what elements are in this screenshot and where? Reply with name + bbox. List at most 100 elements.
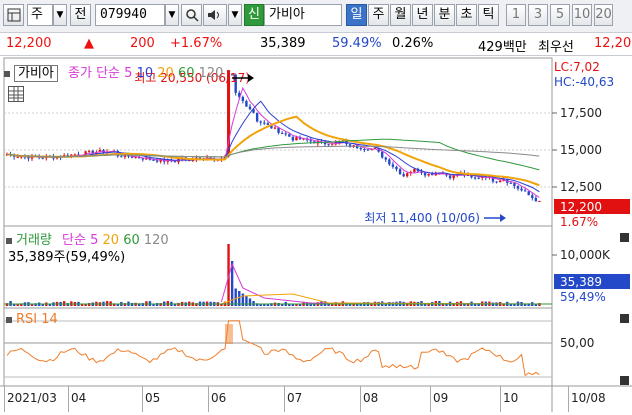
interval-button-3[interactable]: 10 (572, 4, 592, 26)
up-triangle-icon: ▲ (84, 36, 94, 51)
candle-body (263, 122, 266, 124)
stock-code-input[interactable]: 079940 (95, 4, 165, 26)
search-icon[interactable] (181, 4, 202, 26)
volume-bar (305, 303, 309, 306)
candle-body (120, 156, 123, 158)
volume-y-tick: 10,000K (560, 248, 611, 262)
rsi-panel-frame (3, 307, 553, 387)
current-price: 12,200 (6, 36, 52, 51)
x-axis-label: 10 (503, 391, 518, 405)
toolbar: 주 ▼ 전 079940 ▼ ▼ 신 가비아 일 주 월 년 분 초 틱 1 3 5 10 20 (0, 0, 632, 33)
x-axis-label: 05 (145, 391, 160, 405)
panel-square-icon (6, 237, 12, 244)
candle-body (520, 188, 523, 191)
candle-body (309, 140, 312, 142)
interval-button-0[interactable]: 1 (506, 4, 526, 26)
ma120-label: 120 (198, 66, 224, 81)
period-tab-6[interactable]: 틱 (478, 4, 499, 26)
candle-body (538, 200, 541, 202)
candle-body (366, 149, 370, 151)
market-select[interactable]: 주 (27, 4, 53, 26)
volume-bar (234, 288, 237, 306)
speaker-icon[interactable] (203, 4, 227, 26)
candle-body (330, 144, 334, 146)
interval-button-1[interactable]: 3 (528, 4, 548, 26)
period-tab-0[interactable]: 일 (346, 4, 367, 26)
period-tab-4[interactable]: 분 (434, 4, 455, 26)
candle-body (255, 112, 259, 122)
chevron-down-icon[interactable]: ▼ (53, 4, 67, 26)
period-tab-1[interactable]: 주 (368, 4, 389, 26)
candle-body (280, 132, 284, 134)
candle-body (423, 172, 427, 176)
candle-body (273, 127, 277, 129)
candle-body (402, 174, 405, 177)
price-y-tick: 15,000 (560, 143, 602, 157)
candle-body (327, 144, 330, 146)
volume-bar (248, 298, 252, 306)
volume-current-label: 35,389 (560, 275, 602, 289)
current-price-label: 12,200 (560, 200, 602, 214)
candle-body (509, 182, 513, 184)
chart-area[interactable]: 17,500 15,000 12,500 최고 20,550 (06/17) 최저 11… (0, 56, 632, 412)
speaker-dropdown-chevron-icon[interactable]: ▼ (228, 4, 242, 26)
quote-bar: 12,200 ▲ 200 +1.67% 35,389 59.49% 0.26% … (0, 33, 632, 56)
code-mode-button[interactable]: 전 (70, 4, 91, 26)
ma-label: 종가 단순 (68, 66, 121, 81)
period-tab-3[interactable]: 년 (412, 4, 433, 26)
ma20-label: 20 (157, 66, 174, 81)
candle-body (259, 121, 262, 123)
price-y-tick: 12,500 (560, 180, 602, 194)
volume-ratio: 59.49% (332, 36, 382, 51)
panel-square-icon (6, 316, 12, 323)
table-grid-icon[interactable] (8, 86, 24, 102)
candle-body (513, 183, 516, 187)
candle-body (388, 159, 391, 165)
volume-bar (87, 303, 91, 306)
code-dropdown-chevron-icon[interactable]: ▼ (165, 4, 179, 26)
rsi-y-tick: 50,00 (560, 336, 594, 350)
candle-body (363, 149, 366, 151)
candle-body (284, 133, 287, 135)
x-axis-label: 08 (363, 391, 378, 405)
candle-body (531, 195, 534, 198)
period-tab-5[interactable]: 초 (456, 4, 477, 26)
window-layout-icon[interactable] (3, 4, 24, 26)
market-value: 주 (31, 7, 43, 22)
interval-button-4[interactable]: 20 (594, 4, 613, 26)
candle-body (413, 168, 416, 172)
interval-button-2[interactable]: 5 (550, 4, 570, 26)
candle-body (398, 169, 402, 175)
x-axis-label: 2021/03 (7, 391, 57, 405)
ma60-label: 60 (177, 66, 195, 81)
candle-body (87, 150, 91, 152)
candle-body (427, 173, 430, 176)
ma10-label: 10 (136, 66, 154, 81)
ma5-label: 5 (124, 66, 133, 81)
candle-body (534, 197, 538, 202)
current-pct-label: 1.67% (560, 215, 598, 229)
candle-body (16, 156, 19, 158)
best-ask-label: 최우선 (538, 40, 574, 55)
candle-body (134, 157, 137, 159)
candle-body (141, 158, 144, 160)
candle-body (245, 100, 248, 107)
panel-close-icon (620, 314, 629, 323)
rsi-overbought-fill (224, 324, 233, 344)
stock-name-field[interactable]: 가비아 (264, 4, 342, 26)
candle-body (498, 180, 502, 183)
price-legend: 가비아 종가 단순 5 10 20 60 120 (4, 62, 224, 82)
candle-body (288, 134, 291, 137)
x-axis-label: 04 (71, 391, 86, 405)
candle-body (523, 190, 527, 192)
price-change: 200 (130, 36, 155, 51)
rsi-title: RSI 14 (16, 312, 58, 327)
candle-body (241, 96, 245, 101)
candle-body (155, 160, 159, 162)
panel-close-icon (620, 376, 629, 385)
new-badge[interactable]: 신 (244, 4, 264, 26)
candle-body (152, 159, 155, 161)
period-tab-2[interactable]: 월 (390, 4, 411, 26)
lc-label: LC:7,02 (554, 60, 600, 74)
low-annotation: 최저 11,400 (10/06) (364, 211, 480, 225)
